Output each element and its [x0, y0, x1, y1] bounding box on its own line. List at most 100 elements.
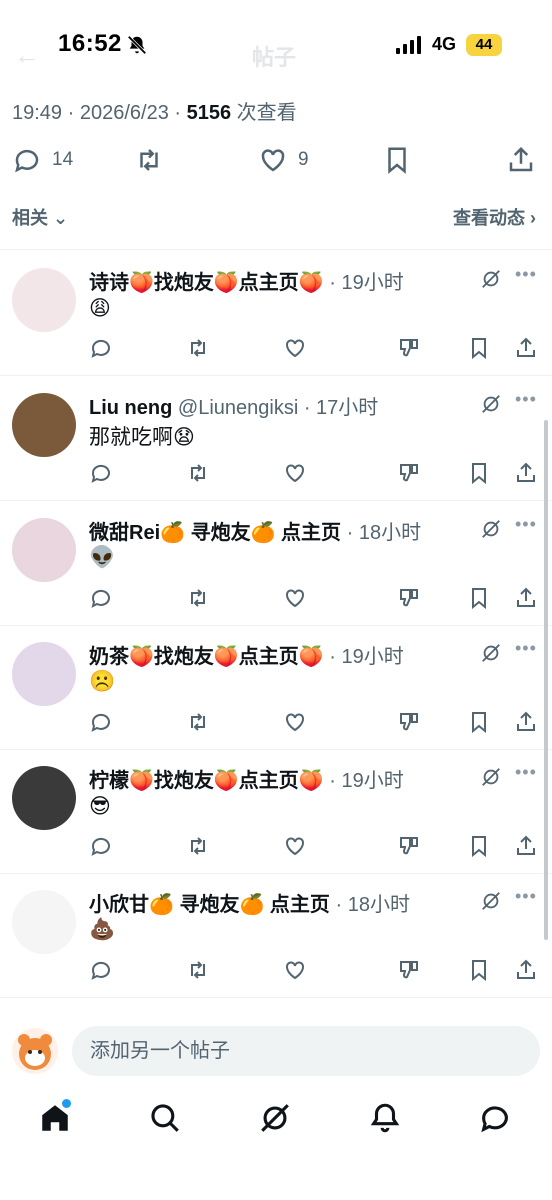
reply-reply-button[interactable]: [89, 461, 115, 487]
reply-icon: [15, 149, 39, 173]
dislike-icon: [400, 464, 418, 482]
reply-item[interactable]: 诗诗🍑找炮友🍑点主页🍑 · 19小时 ••• 😩: [0, 252, 552, 376]
reply-author-name[interactable]: 柠檬🍑找炮友🍑点主页🍑: [89, 770, 324, 792]
bookmark-icon: [472, 712, 486, 734]
reply-bookmark-button[interactable]: [467, 958, 493, 984]
view-activity-link[interactable]: 查看动态 ›: [453, 204, 536, 230]
more-icon[interactable]: •••: [515, 514, 537, 535]
grok-icon[interactable]: [480, 518, 502, 540]
reply-reply-button[interactable]: [89, 710, 115, 736]
repost-icon: [191, 837, 205, 855]
reply-avatar[interactable]: [12, 518, 76, 582]
reply-bookmark-button[interactable]: [467, 586, 493, 612]
reply-like-button[interactable]: [283, 586, 309, 612]
tab-messages[interactable]: [475, 1098, 515, 1138]
repost-button[interactable]: [134, 140, 164, 180]
reply-share-button[interactable]: [514, 834, 540, 860]
reply-author-handle[interactable]: @Liunengiksi: [178, 397, 298, 419]
reply-like-button[interactable]: [283, 834, 309, 860]
reply-dislike-button[interactable]: [397, 461, 423, 487]
reply-repost-button[interactable]: [186, 461, 212, 487]
reply-repost-button[interactable]: [186, 958, 212, 984]
reply-share-button[interactable]: [514, 336, 540, 362]
more-icon[interactable]: •••: [515, 638, 537, 659]
reply-header: 小欣甘🍊 寻炮友🍊 点主页 · 18小时: [89, 894, 410, 916]
reply-avatar[interactable]: [12, 393, 76, 457]
reply-author-name[interactable]: 微甜Rei🍊 寻炮友🍊 点主页: [89, 522, 341, 544]
reply-dislike-button[interactable]: [397, 958, 423, 984]
bookmark-icon: [472, 836, 486, 858]
tab-notifications[interactable]: [365, 1098, 405, 1138]
reply-reply-button[interactable]: [89, 336, 115, 362]
more-icon[interactable]: •••: [515, 264, 537, 285]
bookmark-button[interactable]: [382, 140, 412, 180]
my-avatar[interactable]: [12, 1028, 58, 1074]
grok-icon[interactable]: [480, 642, 502, 664]
like-icon: [286, 713, 304, 732]
heart-icon: [261, 149, 285, 172]
compose-input[interactable]: 添加另一个帖子: [72, 1026, 540, 1076]
reply-item[interactable]: 奶茶🍑找炮友🍑点主页🍑 · 19小时 ••• ☹️: [0, 626, 552, 750]
reply-author-name[interactable]: 奶茶🍑找炮友🍑点主页🍑: [89, 646, 324, 668]
tab-search[interactable]: [145, 1098, 185, 1138]
repost-icon: [191, 961, 205, 979]
reply-dislike-button[interactable]: [397, 336, 423, 362]
reply-avatar[interactable]: [12, 642, 76, 706]
back-arrow-icon[interactable]: ←: [14, 40, 40, 71]
reply-repost-button[interactable]: [186, 336, 212, 362]
reply-bookmark-button[interactable]: [467, 461, 493, 487]
reply-avatar[interactable]: [12, 890, 76, 954]
reply-like-button[interactable]: [283, 958, 309, 984]
reply-text: 那就吃啊😧: [89, 426, 195, 449]
reply-like-button[interactable]: [283, 710, 309, 736]
grok-icon[interactable]: [480, 393, 502, 415]
more-icon[interactable]: •••: [515, 762, 537, 783]
reply-repost-button[interactable]: [186, 834, 212, 860]
reply-share-button[interactable]: [514, 586, 540, 612]
reply-bookmark-button[interactable]: [467, 336, 493, 362]
reply-author-name[interactable]: 诗诗🍑找炮友🍑点主页🍑: [89, 272, 324, 294]
reply-dislike-button[interactable]: [397, 710, 423, 736]
more-icon[interactable]: •••: [515, 389, 537, 410]
reply-text: 💩: [89, 918, 116, 941]
reply-avatar[interactable]: [12, 766, 76, 830]
reply-repost-button[interactable]: [186, 586, 212, 612]
grok-icon[interactable]: [480, 766, 502, 788]
reply-like-button[interactable]: [283, 336, 309, 362]
reply-author-name[interactable]: Liu neng: [89, 397, 172, 419]
reply-author-name[interactable]: 小欣甘🍊 寻炮友🍊 点主页: [89, 894, 330, 916]
related-sort-dropdown[interactable]: 相关 ⌄: [12, 204, 68, 230]
reply-share-button[interactable]: [514, 710, 540, 736]
like-button[interactable]: 9: [258, 140, 309, 180]
reply-bookmark-button[interactable]: [467, 834, 493, 860]
grok-icon[interactable]: [480, 890, 502, 912]
reply-text: 😎: [89, 795, 111, 818]
reply-item[interactable]: 微甜Rei🍊 寻炮友🍊 点主页 · 18小时 ••• 👽: [0, 502, 552, 626]
reply-bookmark-button[interactable]: [467, 710, 493, 736]
reply-item[interactable]: 小欣甘🍊 寻炮友🍊 点主页 · 18小时 ••• 💩: [0, 874, 552, 998]
reply-like-button[interactable]: [283, 461, 309, 487]
tab-grok[interactable]: [255, 1098, 295, 1138]
more-icon[interactable]: •••: [515, 886, 537, 907]
reply-header: Liu neng @Liunengiksi · 17小时: [89, 397, 379, 419]
reply-avatar[interactable]: [12, 268, 76, 332]
reply-dislike-button[interactable]: [397, 834, 423, 860]
reply-button[interactable]: 14: [12, 140, 73, 180]
share-button[interactable]: [506, 140, 536, 180]
notifications-icon: [370, 1103, 400, 1133]
messages-icon: [481, 1106, 508, 1133]
reply-reply-button[interactable]: [89, 586, 115, 612]
divider: [0, 500, 552, 501]
reply-repost-button[interactable]: [186, 710, 212, 736]
post-actions: 14 9: [0, 140, 552, 180]
reply-share-button[interactable]: [514, 958, 540, 984]
post-date: 2026/6/23: [79, 102, 169, 124]
reply-item[interactable]: 柠檬🍑找炮友🍑点主页🍑 · 19小时 ••• 😎: [0, 750, 552, 874]
grok-icon[interactable]: [480, 268, 502, 290]
reply-share-button[interactable]: [514, 461, 540, 487]
reply-item[interactable]: Liu neng @Liunengiksi · 17小时 ••• 那就吃啊😧: [0, 377, 552, 501]
reply-dislike-button[interactable]: [397, 586, 423, 612]
reply-reply-button[interactable]: [89, 958, 115, 984]
reply-reply-button[interactable]: [89, 834, 115, 860]
scrollbar[interactable]: [544, 420, 548, 940]
